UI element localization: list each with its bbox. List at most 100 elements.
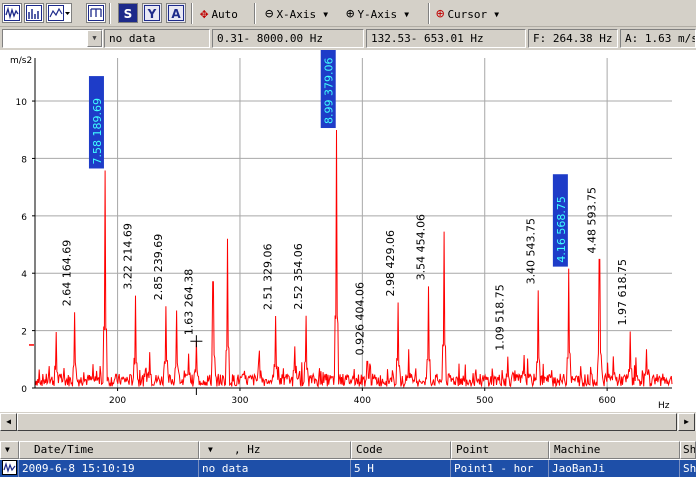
scale-s-icon[interactable]: S <box>118 3 138 23</box>
scroll-left-icon[interactable]: ◀ <box>0 413 17 431</box>
chevron-down-icon: ▼ <box>404 9 410 19</box>
cell-hz: no data <box>199 460 351 477</box>
peak-label-group: 4.16 568.75 <box>552 174 568 267</box>
x-axis-menu[interactable]: ⊖ X-Axis ▼ <box>265 5 328 23</box>
y-axis-label: m/s2 <box>10 56 32 66</box>
peak-label-group: 1.63 264.38 <box>182 269 195 335</box>
crosshair-icon: ⊕ <box>436 6 445 22</box>
peak-label-group: 7.58 189.69 <box>88 76 104 169</box>
peak-label: 0.926 404.06 <box>353 282 366 355</box>
y-axis-label: Y-Axis <box>357 7 398 21</box>
scale-a-icon[interactable]: A <box>166 3 186 23</box>
spectrum-view-icon[interactable] <box>24 3 44 23</box>
peak-label-group: 2.85 239.69 <box>152 234 165 300</box>
cell-datetime: 2009-6-8 15:10:19 <box>19 460 199 477</box>
column-hz-label: , Hz <box>234 443 261 456</box>
peak-label: 2.98 429.06 <box>384 230 397 296</box>
frequency-range: 0.31- 8000.00 Hz <box>212 29 364 48</box>
cell-machine: JaoBanJi <box>549 460 680 477</box>
auto-button[interactable]: ✥ Auto <box>200 5 238 23</box>
peak-labels: 2.64 164.69 7.58 189.69 3.22 214.69 2.85 23… <box>60 50 629 355</box>
peak-label: 2.51 329.06 <box>262 243 275 309</box>
zoom-icon: ⊖ <box>265 6 274 22</box>
status-bar: ▼ no data 0.31- 8000.00 Hz 132.53- 653.0… <box>0 28 696 49</box>
peak-label-group: 2.52 354.06 <box>292 243 305 309</box>
peak-label-group: 1.09 518.75 <box>494 284 507 350</box>
table-row[interactable]: 2009-6-8 15:10:19 no data 5 H Point1 - h… <box>0 460 696 477</box>
peak-label-group: 3.54 454.06 <box>415 214 428 280</box>
x-tick-label: 200 <box>109 396 126 406</box>
cell-sh: Sh <box>683 462 696 475</box>
y-tick-label: 10 <box>16 98 28 108</box>
sort-arrow-icon: ▼ <box>208 445 213 454</box>
cursor-label: Cursor <box>447 7 488 21</box>
peak-label-group: 2.64 164.69 <box>60 240 73 306</box>
peak-label-group: 8.99 379.06 <box>320 50 336 129</box>
cursor-frequency: F: 264.38 Hz <box>528 29 618 48</box>
auto-label: Auto <box>211 7 238 21</box>
chevron-down-icon: ▼ <box>323 9 329 19</box>
peak-label: 1.09 518.75 <box>494 284 507 350</box>
y-tick-label: 8 <box>21 155 27 165</box>
x-tick-label: 500 <box>476 396 493 406</box>
y-tick-label: 2 <box>21 328 27 338</box>
sort-arrow-icon[interactable]: ▼ <box>0 441 19 459</box>
peak-label: 3.22 214.69 <box>122 223 135 289</box>
chevron-down-icon[interactable]: ▼ <box>87 30 102 47</box>
column-datetime[interactable]: Date/Time <box>19 441 199 459</box>
peak-label: 4.16 568.75 <box>555 196 568 262</box>
scroll-thumb[interactable] <box>17 413 677 431</box>
peak-label-group: 4.48 593.75 <box>585 187 598 253</box>
x-tick-label: 300 <box>231 396 248 406</box>
column-code[interactable]: Code <box>351 441 451 459</box>
column-machine[interactable]: Machine <box>549 441 680 459</box>
column-hz[interactable]: ▼ , Hz <box>199 441 351 459</box>
peak-label-group: 2.98 429.06 <box>384 230 397 296</box>
x-axis-label: Hz <box>658 401 670 411</box>
svg-text:Y: Y <box>147 7 157 21</box>
y-axis-menu[interactable]: ⊕ Y-Axis ▼ <box>346 5 409 23</box>
y-tick-label: 0 <box>21 385 27 395</box>
axes: 0 2 4 6 8 10 200 300 400 500 600 <box>16 58 672 406</box>
toolbar: S Y A ✥ Auto ⊖ X-Axis ▼ ⊕ Y-Axis ▼ ⊕ Cur… <box>0 0 696 27</box>
waveform-view-icon[interactable] <box>2 3 22 23</box>
y-tick-label: 4 <box>21 270 27 280</box>
spectrum-chart[interactable]: 2.64 164.69 7.58 189.69 3.22 214.69 2.85 23… <box>0 50 696 412</box>
svg-text:A: A <box>171 7 181 21</box>
peak-label: 1.63 264.38 <box>182 269 195 335</box>
toolbar-separator <box>191 3 193 24</box>
cursor-menu[interactable]: ⊕ Cursor ▼ <box>436 5 499 23</box>
peak-label-group: 0.926 404.06 <box>353 282 366 355</box>
column-point[interactable]: Point <box>451 441 549 459</box>
table-header: ▼ Date/Time ▼ , Hz Code Point Machine Sh <box>0 441 696 459</box>
toolbar-separator <box>109 3 111 24</box>
status-text: no data <box>104 29 210 48</box>
multi-view-dropdown-icon[interactable] <box>46 3 72 23</box>
zoom-icon: ⊕ <box>346 6 355 22</box>
peak-label: 1.97 618.75 <box>616 259 629 325</box>
chevron-down-icon: ▼ <box>494 9 500 19</box>
x-tick-label: 400 <box>354 396 371 406</box>
cell-code: 5 H <box>351 460 451 477</box>
column-sh[interactable]: Sh <box>680 441 696 459</box>
peak-label-group: 1.97 618.75 <box>616 259 629 325</box>
x-tick-label: 600 <box>599 396 616 406</box>
scale-y-icon[interactable]: Y <box>142 3 162 23</box>
cursor-amplitude: A: 1.63 m/s2 <box>620 29 696 48</box>
peak-label: 4.48 593.75 <box>585 187 598 253</box>
scroll-right-icon[interactable]: ▶ <box>678 413 695 431</box>
spectrum-record-icon <box>2 460 17 475</box>
cell-point: Point1 - hor <box>451 460 549 477</box>
svg-text:S: S <box>124 7 133 21</box>
peak-label: 2.85 239.69 <box>152 234 165 300</box>
trend-view-icon[interactable] <box>86 3 106 23</box>
spectrum-plot[interactable]: 2.64 164.69 7.58 189.69 3.22 214.69 2.85 23… <box>0 50 696 412</box>
horizontal-scrollbar[interactable]: ◀ ▶ <box>0 413 696 431</box>
channel-select[interactable]: ▼ <box>2 29 103 48</box>
peak-label: 7.58 189.69 <box>91 98 104 164</box>
move-arrows-icon: ✥ <box>200 6 209 22</box>
peak-label: 2.52 354.06 <box>292 243 305 309</box>
peak-label: 3.40 543.75 <box>524 218 537 284</box>
x-axis-label: X-Axis <box>276 7 317 21</box>
toolbar-separator <box>428 3 430 24</box>
